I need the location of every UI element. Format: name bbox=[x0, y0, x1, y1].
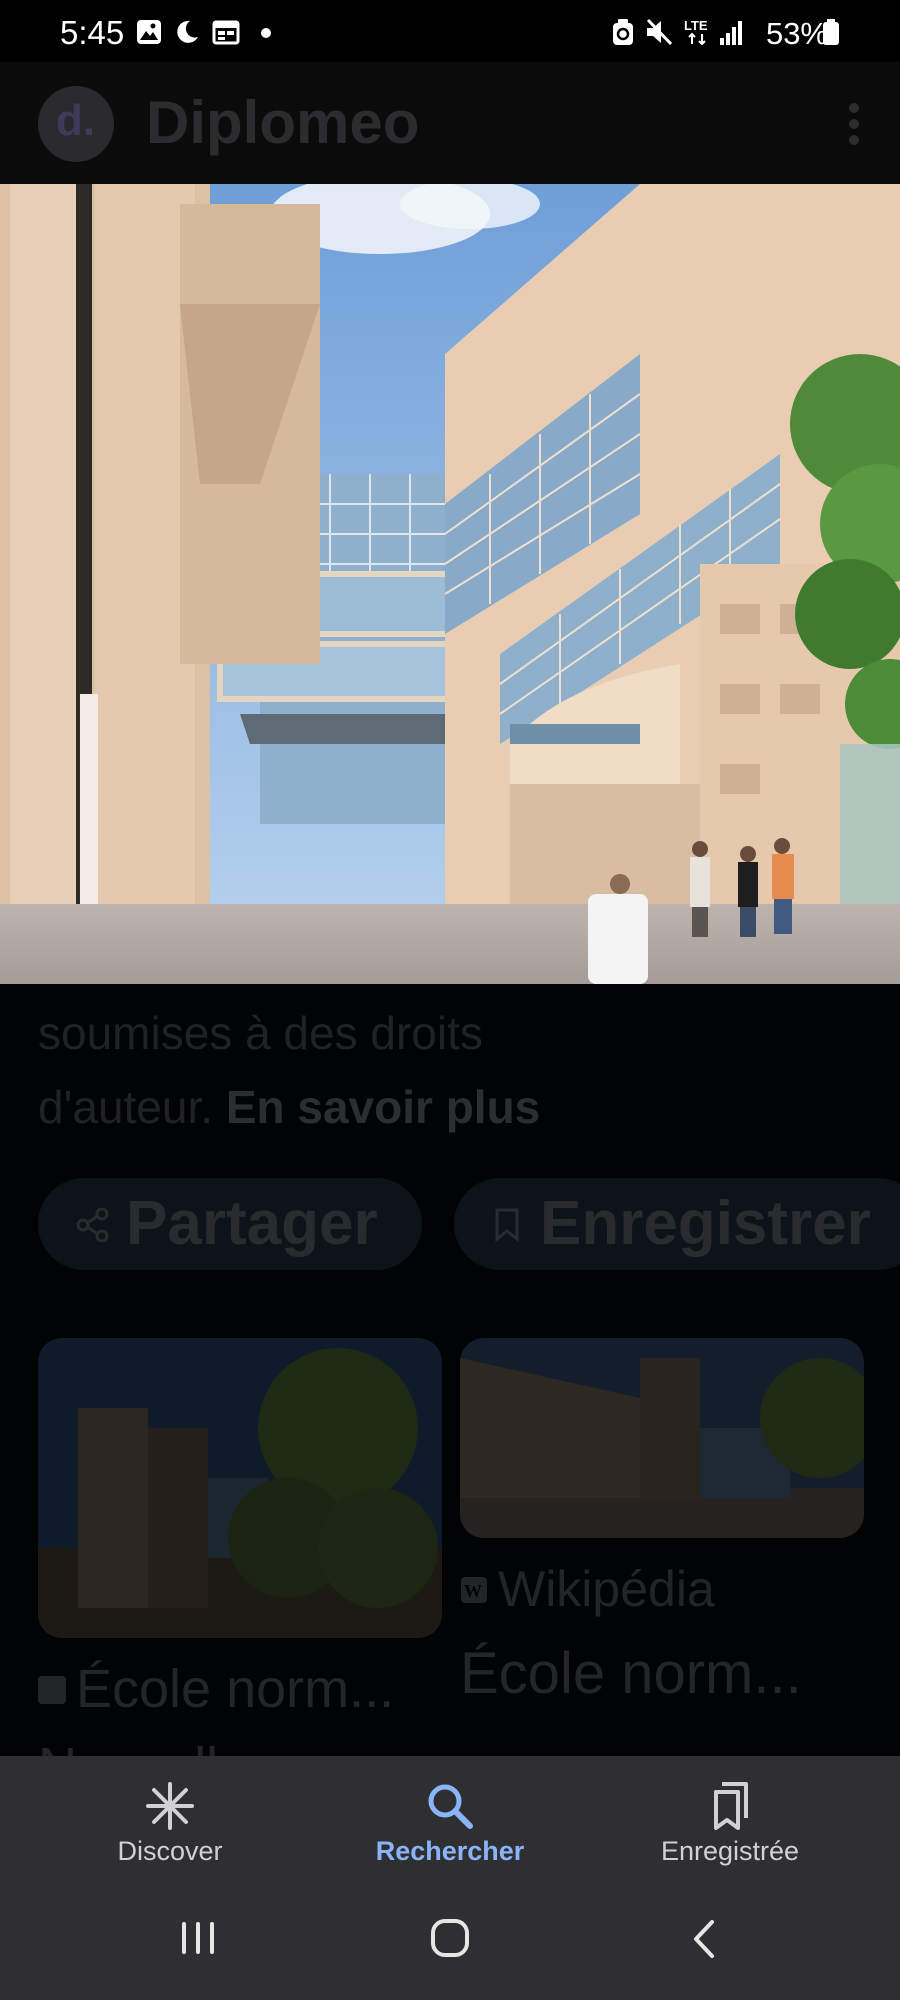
calendar-icon bbox=[212, 20, 240, 45]
status-time: 5:45 bbox=[60, 14, 125, 51]
nav-discover[interactable]: Discover bbox=[20, 1756, 320, 1880]
share-icon bbox=[76, 1208, 109, 1242]
save-button[interactable]: Enregistrer bbox=[454, 1178, 900, 1270]
result-photo-2 bbox=[460, 1338, 864, 1538]
share-button[interactable]: Partager bbox=[38, 1178, 422, 1270]
search-icon bbox=[428, 1784, 473, 1829]
nav-search[interactable]: Rechercher bbox=[300, 1756, 600, 1880]
result-source-2: Wikipédia bbox=[498, 1561, 715, 1617]
more-vert-icon[interactable] bbox=[848, 102, 860, 146]
nav-saved-label: Enregistrée bbox=[660, 1836, 800, 1866]
app-logo[interactable]: d. bbox=[38, 86, 114, 162]
share-label: Partager bbox=[126, 1189, 378, 1258]
save-label: Enregistrer bbox=[540, 1189, 871, 1258]
back-icon[interactable] bbox=[688, 1918, 718, 1960]
source-icon-1 bbox=[38, 1676, 66, 1704]
result-thumbnail-1[interactable] bbox=[38, 1338, 442, 1638]
result-photo-1 bbox=[38, 1338, 442, 1638]
dot-icon bbox=[261, 28, 271, 38]
moon-icon bbox=[177, 20, 198, 43]
nav-discover-label: Discover bbox=[117, 1836, 223, 1866]
copyright-caption: soumises à des droits d'auteur. En savoi… bbox=[38, 996, 878, 1144]
status-bar: 5:45 LTE 53% bbox=[0, 0, 900, 62]
bookmarks-icon bbox=[714, 1782, 748, 1830]
nav-search-label: Rechercher bbox=[375, 1836, 525, 1866]
signal-icon bbox=[720, 21, 742, 45]
lte-icon: LTE bbox=[684, 18, 708, 46]
mute-icon bbox=[646, 18, 673, 46]
gallery-icon bbox=[137, 20, 161, 44]
svg-text:W: W bbox=[464, 1581, 482, 1601]
system-nav-bar bbox=[0, 1880, 900, 2000]
caption-line2: d'auteur. bbox=[38, 1081, 226, 1133]
result-title-1[interactable]: École norm... bbox=[76, 1658, 394, 1720]
recycle-icon bbox=[613, 19, 633, 45]
asterisk-icon bbox=[146, 1782, 194, 1830]
home-icon[interactable] bbox=[430, 1918, 470, 1958]
app-title: Diplomeo bbox=[146, 89, 420, 156]
svg-text:LTE: LTE bbox=[684, 18, 708, 33]
bookmark-icon bbox=[495, 1208, 519, 1242]
hero-image[interactable] bbox=[0, 184, 900, 984]
logo-letter: d. bbox=[56, 96, 96, 145]
recent-apps-icon[interactable] bbox=[178, 1920, 218, 1956]
result-thumbnail-2[interactable] bbox=[460, 1338, 864, 1538]
caption-line1: soumises à des droits bbox=[38, 1007, 483, 1059]
battery-icon bbox=[823, 19, 839, 45]
nav-saved[interactable]: Enregistrée bbox=[580, 1756, 880, 1880]
building-photo bbox=[0, 184, 900, 984]
learn-more-link[interactable]: En savoir plus bbox=[226, 1081, 540, 1133]
bottom-nav: Discover Rechercher Enregistrée bbox=[0, 1756, 900, 1880]
wikipedia-icon: W bbox=[461, 1577, 487, 1603]
result-title-2[interactable]: École norm... bbox=[460, 1640, 802, 1707]
battery-percent: 53% bbox=[765, 16, 828, 51]
app-bar: d. Diplomeo bbox=[0, 62, 900, 184]
